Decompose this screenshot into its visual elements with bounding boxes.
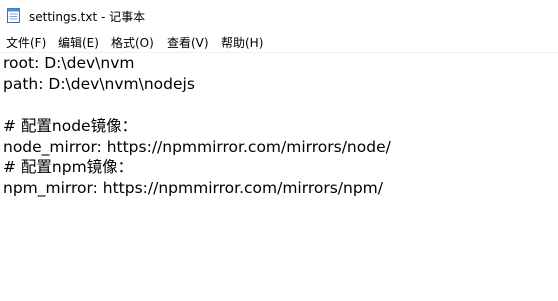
menu-bar: 文件(F) 编辑(E) 格式(O) 查看(V) 帮助(H) xyxy=(0,31,558,53)
editor-line-7: npm_mirror: https://npmmirror.com/mirror… xyxy=(3,179,383,197)
window-title: settings.txt - 记事本 xyxy=(29,10,146,24)
editor-line-1: root: D:\dev\nvm xyxy=(3,54,135,72)
editor-line-5: node_mirror: https://npmmirror.com/mirro… xyxy=(3,138,391,156)
menu-file[interactable]: 文件(F) xyxy=(6,34,46,51)
notepad-icon xyxy=(7,7,20,23)
menu-view[interactable]: 查看(V) xyxy=(167,34,209,51)
menu-edit[interactable]: 编辑(E) xyxy=(58,34,99,51)
text-editor[interactable]: root: D:\dev\nvm path: D:\dev\nvm\nodejs… xyxy=(0,53,558,301)
menu-format[interactable]: 格式(O) xyxy=(111,34,154,51)
menu-help[interactable]: 帮助(H) xyxy=(221,34,263,51)
editor-line-6: # 配置npm镜像： xyxy=(3,158,134,176)
editor-line-4: # 配置node镜像： xyxy=(3,117,138,135)
title-bar[interactable]: settings.txt - 记事本 xyxy=(0,0,558,31)
editor-line-2: path: D:\dev\nvm\nodejs xyxy=(3,75,195,93)
